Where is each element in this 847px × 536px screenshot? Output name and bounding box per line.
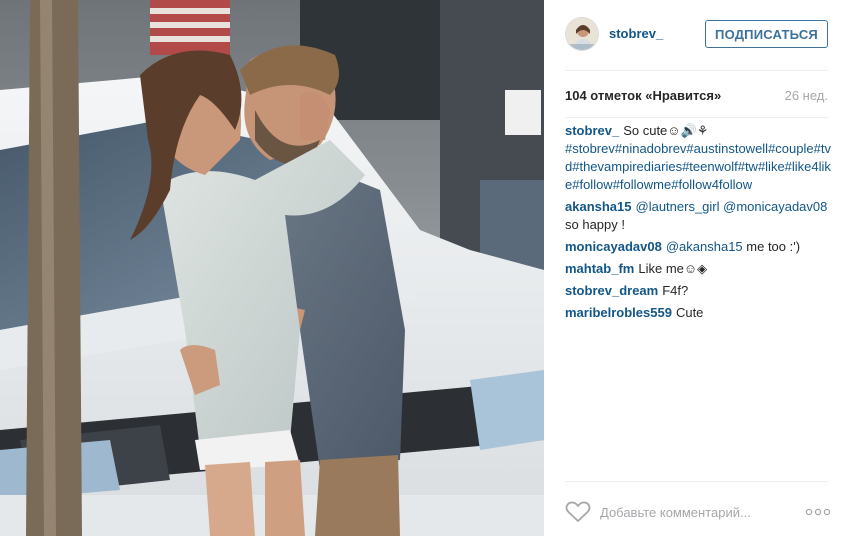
comment-input[interactable] <box>600 500 790 524</box>
comment-item: maribelrobles559 Cute <box>565 304 833 322</box>
post-actions <box>565 500 835 526</box>
comment-text: so happy ! <box>565 217 625 232</box>
comment-username[interactable]: akansha15 <box>565 199 632 214</box>
comment-username[interactable]: monicayadav08 <box>565 239 662 254</box>
post-photo[interactable] <box>0 0 544 536</box>
comment-username[interactable]: stobrev_dream <box>565 283 658 298</box>
more-options-icon[interactable] <box>805 505 831 519</box>
divider <box>565 70 828 71</box>
post-header: stobrev_ ПОДПИСАТЬСЯ <box>544 0 847 70</box>
comment-username[interactable]: maribelrobles559 <box>565 305 672 320</box>
comment-username[interactable]: mahtab_fm <box>565 261 634 276</box>
follow-button[interactable]: ПОДПИСАТЬСЯ <box>705 20 828 48</box>
post-stats: 104 отметок «Нравится» 26 нед. <box>565 88 828 106</box>
comment-text: me too :') <box>742 239 801 254</box>
comment-text: F4f? <box>662 283 689 298</box>
comment-mention[interactable]: @akansha15 <box>666 239 743 254</box>
comment-text: Cute <box>675 305 704 320</box>
post-image <box>0 0 544 536</box>
caption: stobrev_ So cute☺🔊⚘ #stobrev#ninadobrev#a… <box>565 122 833 194</box>
post-sidebar: stobrev_ ПОДПИСАТЬСЯ 104 отметок «Нравит… <box>544 0 847 536</box>
comment-mention[interactable]: @lautners_girl @monicayadav08 <box>636 199 828 214</box>
caption-hashtags[interactable]: #stobrev#ninadobrev#austinstowell#couple… <box>565 141 831 192</box>
comment-item: monicayadav08 @akansha15 me too :') <box>565 238 833 256</box>
comment-item: mahtab_fm Like me☺◈ <box>565 260 833 278</box>
caption-text: So cute☺🔊⚘ <box>623 123 709 138</box>
comment-item: stobrev_dream F4f? <box>565 282 833 300</box>
comments-list: stobrev_ So cute☺🔊⚘ #stobrev#ninadobrev#a… <box>565 122 833 326</box>
comment-text: Like me☺◈ <box>638 261 708 276</box>
divider <box>565 117 828 118</box>
divider <box>565 481 828 482</box>
caption-username[interactable]: stobrev_ <box>565 123 619 138</box>
post-author-username[interactable]: stobrev_ <box>609 26 663 41</box>
likes-count[interactable]: 104 отметок «Нравится» <box>565 88 721 103</box>
comment-item: akansha15 @lautners_girl @monicayadav08 s… <box>565 198 833 234</box>
avatar[interactable] <box>565 17 599 51</box>
post-timestamp[interactable]: 26 нед. <box>785 88 828 103</box>
heart-outline-icon[interactable] <box>565 501 591 523</box>
avatar-image <box>566 18 598 50</box>
